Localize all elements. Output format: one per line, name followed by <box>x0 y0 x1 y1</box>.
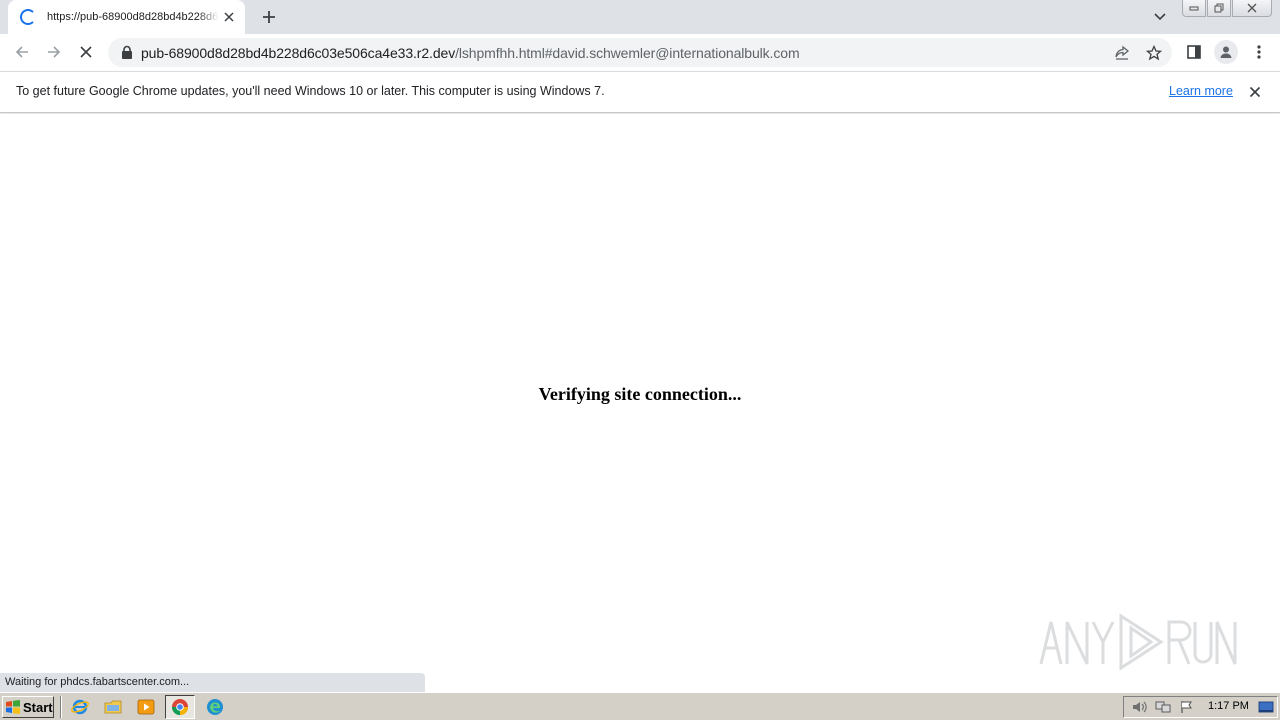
taskbar-media-player-button[interactable] <box>137 698 155 716</box>
minimize-icon <box>1189 6 1199 11</box>
browser-toolbar: pub-68900d8d28bd4b228d6c03e506ca4e33.r2.… <box>0 34 1280 71</box>
media-player-icon <box>137 699 155 715</box>
url-path: /lshpmfhh.html#david.schwemler@internati… <box>455 45 800 61</box>
tab-close-icon[interactable] <box>221 9 237 25</box>
taskbar-clock[interactable]: 1:17 PM <box>1208 700 1249 712</box>
network-icon[interactable] <box>1154 699 1172 715</box>
share-icon <box>1115 45 1130 60</box>
forward-arrow-icon <box>48 46 61 58</box>
taskbar-separator <box>60 696 62 718</box>
side-panel-button[interactable] <box>1184 42 1204 62</box>
update-infobar: To get future Google Chrome updates, you… <box>0 71 1280 113</box>
back-button[interactable] <box>12 42 32 62</box>
infobar-close-button[interactable] <box>1247 84 1263 100</box>
bookmark-button[interactable] <box>1145 44 1163 62</box>
restore-button[interactable] <box>1207 0 1231 17</box>
minimize-button[interactable] <box>1182 0 1206 17</box>
loading-spinner-icon <box>20 9 36 25</box>
menu-button[interactable] <box>1249 42 1269 62</box>
close-window-button[interactable] <box>1232 0 1272 17</box>
action-center-flag-icon[interactable] <box>1178 699 1196 715</box>
page-heading: Verifying site connection... <box>538 384 742 404</box>
lock-icon[interactable] <box>120 45 134 60</box>
tab-title: https://pub-68900d8d28bd4b228d6c03e506ca… <box>47 11 219 23</box>
taskbar-ie-button[interactable] <box>71 698 89 716</box>
url-host: pub-68900d8d28bd4b228d6c03e506ca4e33.r2.… <box>141 45 456 61</box>
profile-button[interactable] <box>1214 40 1238 64</box>
address-bar[interactable]: pub-68900d8d28bd4b228d6c03e506ca4e33.r2.… <box>108 38 1172 67</box>
internet-explorer-icon <box>71 699 89 715</box>
url-text[interactable]: pub-68900d8d28bd4b228d6c03e506ca4e33.r2.… <box>141 45 800 61</box>
close-icon <box>1249 86 1261 98</box>
new-tab-button[interactable] <box>259 7 279 27</box>
taskbar-explorer-button[interactable] <box>104 698 122 716</box>
kebab-menu-icon <box>1257 45 1261 59</box>
folder-icon <box>104 700 122 714</box>
taskbar-chrome-button[interactable] <box>165 695 195 719</box>
chevron-down-icon <box>1154 13 1166 21</box>
infobar-message: To get future Google Chrome updates, you… <box>16 84 605 98</box>
chrome-icon <box>171 699 189 715</box>
tab-active[interactable]: https://pub-68900d8d28bd4b228d6c03e506ca… <box>8 0 245 34</box>
volume-icon[interactable] <box>1130 699 1148 715</box>
page-content: Verifying site connection... Waiting for… <box>0 114 1280 692</box>
window-controls <box>1182 0 1272 17</box>
taskbar: Start 1:17 PM <box>0 692 1280 720</box>
learn-more-link[interactable]: Learn more <box>1169 84 1233 98</box>
stop-button[interactable] <box>76 42 96 62</box>
tab-strip: https://pub-68900d8d28bd4b228d6c03e506ca… <box>0 0 1280 34</box>
close-icon <box>1247 3 1257 13</box>
restore-icon <box>1214 3 1224 13</box>
show-desktop-icon[interactable] <box>1257 699 1275 715</box>
system-tray <box>1123 696 1278 718</box>
start-label: Start <box>23 699 53 715</box>
star-icon <box>1146 45 1162 61</box>
windows-logo-icon <box>6 700 20 714</box>
edge-icon <box>207 699 223 715</box>
back-arrow-icon <box>15 46 28 58</box>
avatar-icon <box>1220 46 1232 58</box>
share-button[interactable] <box>1113 44 1131 62</box>
start-button[interactable]: Start <box>2 696 54 718</box>
plus-icon <box>263 11 275 23</box>
anyrun-logo-watermark <box>1039 613 1237 671</box>
forward-button[interactable] <box>44 42 64 62</box>
tab-search-button[interactable] <box>1150 8 1170 26</box>
side-panel-icon <box>1187 45 1201 59</box>
taskbar-edge-button[interactable] <box>206 698 224 716</box>
status-bubble: Waiting for phdcs.fabartscenter.com... <box>0 673 425 692</box>
stop-icon <box>80 46 92 58</box>
